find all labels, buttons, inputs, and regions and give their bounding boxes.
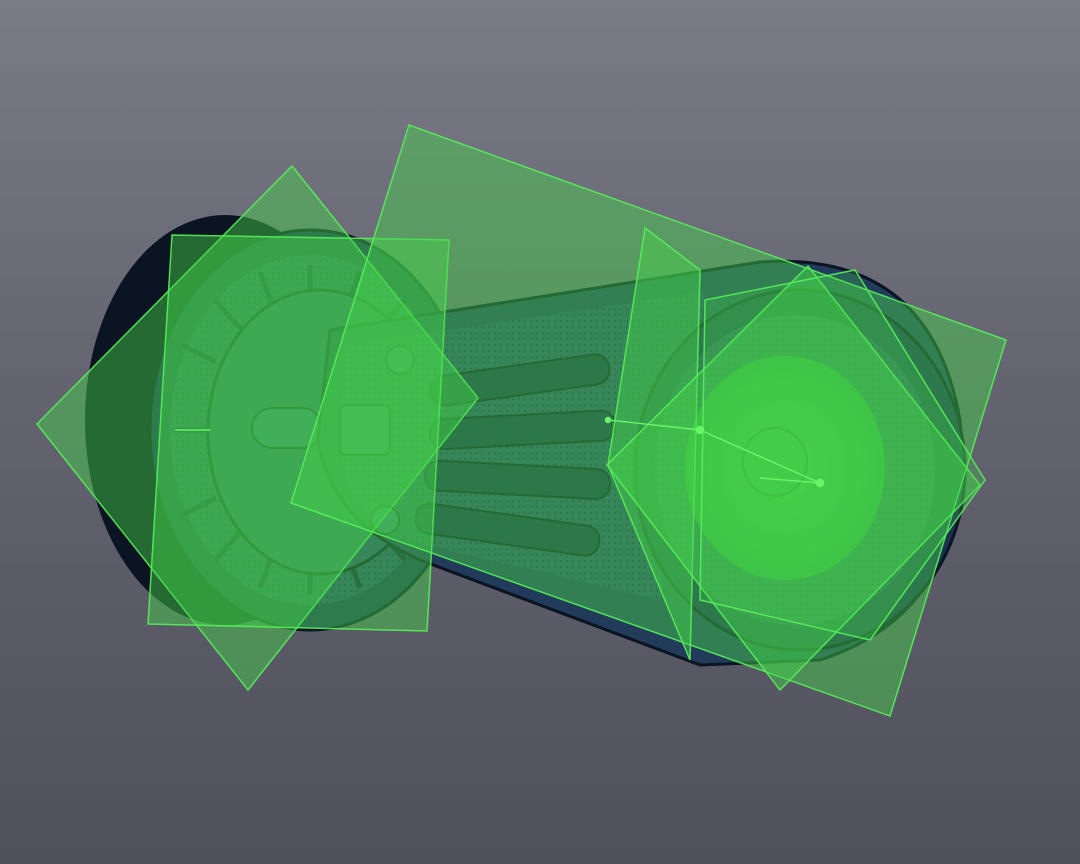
handle-point[interactable] <box>815 478 825 488</box>
clipping-planes[interactable] <box>35 124 1007 717</box>
handle-point[interactable] <box>604 416 612 424</box>
3d-viewport[interactable] <box>0 0 1080 864</box>
scene-canvas[interactable] <box>0 0 1080 864</box>
handle-point[interactable] <box>695 425 705 435</box>
